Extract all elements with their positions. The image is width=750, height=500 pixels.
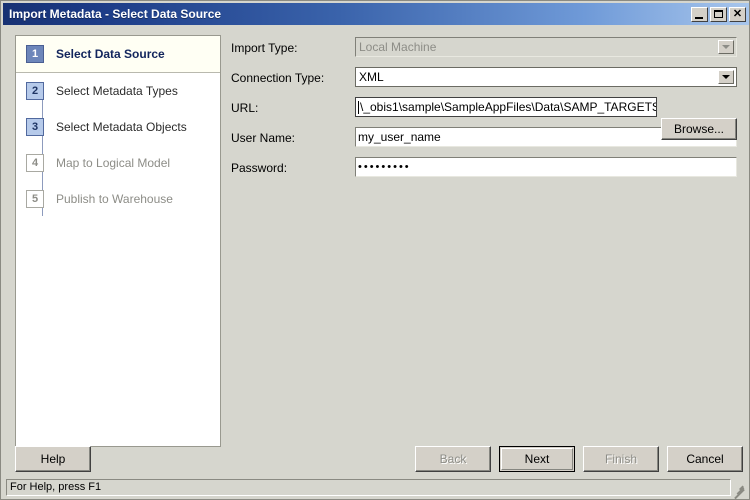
wizard-step-map-to-logical-model: 4 Map to Logical Model (16, 145, 220, 181)
next-button-label: Next (524, 452, 550, 466)
data-source-form: Import Type: Local Machine Connection Ty… (231, 35, 737, 185)
import-type-value: Local Machine (359, 40, 437, 54)
browse-button-label: Browse... (673, 122, 724, 136)
next-button[interactable]: Next (499, 446, 575, 472)
step-badge-4: 4 (26, 154, 44, 172)
step-label-4: Map to Logical Model (56, 156, 171, 170)
cancel-button-label: Cancel (686, 452, 724, 466)
wizard-step-select-data-source[interactable]: 1 Select Data Source (16, 36, 220, 73)
close-button[interactable]: ✕ (729, 6, 746, 22)
password-row: Password: ••••••••• (231, 155, 737, 185)
wizard-step-select-metadata-types[interactable]: 2 Select Metadata Types (16, 73, 220, 109)
wizard-step-select-metadata-objects[interactable]: 3 Select Metadata Objects (16, 109, 220, 145)
connection-type-select[interactable]: XML (355, 67, 737, 87)
chevron-down-icon-connection-type[interactable] (718, 70, 734, 84)
step-badge-5: 5 (26, 190, 44, 208)
maximize-icon (714, 9, 723, 18)
wizard-step-publish-to-warehouse: 5 Publish to Warehouse (16, 181, 220, 217)
password-input[interactable]: ••••••••• (355, 157, 737, 177)
back-button-label: Back (439, 452, 467, 466)
dialog-client-area: 1 Select Data Source 2 Select Metadata T… (3, 27, 749, 471)
minimize-icon (695, 16, 703, 19)
cancel-button[interactable]: Cancel (667, 446, 743, 472)
wizard-steps-panel: 1 Select Data Source 2 Select Metadata T… (15, 35, 221, 447)
url-input-value: \_obis1\sample\SampleAppFiles\Data\SAMP_… (360, 100, 656, 114)
window-title: Import Metadata - Select Data Source (9, 7, 222, 21)
import-type-label: Import Type: (231, 41, 298, 55)
password-input-value: ••••••••• (358, 161, 411, 173)
import-metadata-dialog: Import Metadata - Select Data Source ✕ 1… (0, 0, 750, 500)
step-badge-2: 2 (26, 82, 44, 100)
user-name-label: User Name: (231, 131, 296, 145)
user-name-input-value: my_user_name (358, 130, 441, 144)
finish-button-label: Finish (604, 452, 637, 466)
window-controls: ✕ (691, 6, 749, 22)
browse-button[interactable]: Browse... (661, 118, 737, 140)
url-label: URL: (231, 101, 259, 115)
resize-grip[interactable] (733, 482, 747, 499)
help-button[interactable]: Help (15, 446, 91, 472)
text-caret (358, 100, 359, 114)
maximize-button[interactable] (710, 6, 727, 22)
finish-button: Finish (583, 446, 659, 472)
step-label-2: Select Metadata Types (56, 84, 178, 98)
status-bar: For Help, press F1 (3, 477, 749, 499)
import-type-row: Import Type: Local Machine (231, 35, 737, 65)
step-label-5: Publish to Warehouse (56, 192, 173, 206)
close-icon: ✕ (732, 7, 743, 20)
chevron-down-icon-import-type (718, 40, 734, 54)
step-label-3: Select Metadata Objects (56, 120, 187, 134)
help-button-label: Help (40, 452, 66, 466)
status-message: For Help, press F1 (6, 478, 731, 496)
back-button: Back (415, 446, 491, 472)
connection-type-label: Connection Type: (231, 71, 325, 85)
password-label: Password: (231, 161, 288, 175)
connection-type-value: XML (359, 70, 384, 84)
title-bar[interactable]: Import Metadata - Select Data Source ✕ (3, 3, 749, 25)
connection-type-row: Connection Type: XML (231, 65, 737, 95)
minimize-button[interactable] (691, 6, 708, 22)
url-input[interactable]: \_obis1\sample\SampleAppFiles\Data\SAMP_… (355, 97, 657, 117)
step-badge-3: 3 (26, 118, 44, 136)
step-label-1: Select Data Source (56, 47, 165, 61)
step-badge-1: 1 (26, 45, 44, 63)
import-type-select: Local Machine (355, 37, 737, 57)
